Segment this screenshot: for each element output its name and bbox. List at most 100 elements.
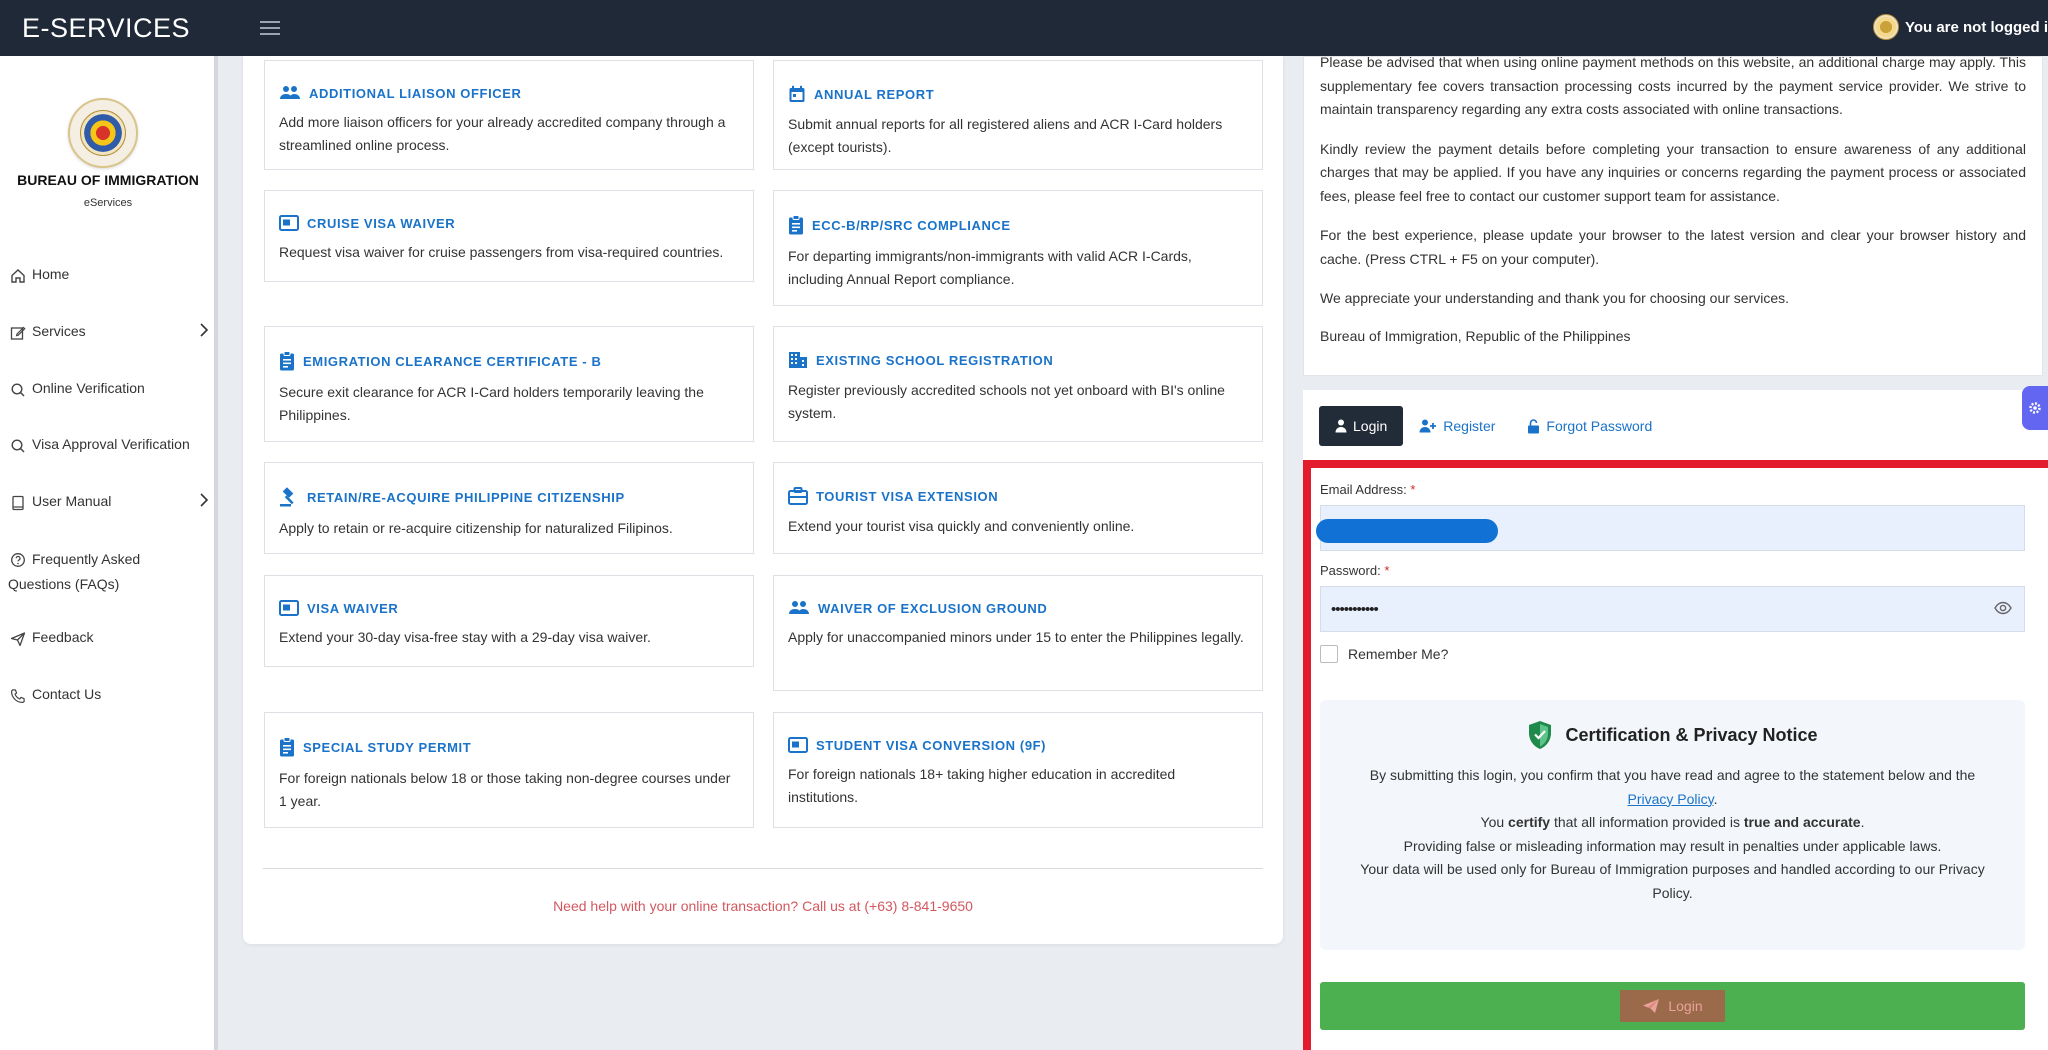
service-title[interactable]: ECC-B/RP/SRC COMPLIANCE — [812, 218, 1011, 233]
service-card-visa-waiver[interactable]: VISA WAIVER Extend your 30-day visa-free… — [264, 575, 754, 667]
unlock-icon — [1528, 418, 1540, 433]
service-card-annual-report[interactable]: ANNUAL REPORT Submit annual reports for … — [773, 60, 1263, 170]
clipboard-icon — [280, 737, 294, 757]
service-title[interactable]: RETAIN/RE-ACQUIRE PHILIPPINE CITIZENSHIP — [307, 490, 625, 505]
sidebar-item-label: Frequently Asked — [32, 551, 141, 567]
sidebar-item-label: User Manual — [32, 493, 112, 509]
chevron-right-icon — [200, 493, 209, 507]
sidebar-item-label: Home — [32, 266, 70, 282]
menu-toggle-icon[interactable] — [260, 21, 280, 35]
notice-paragraph: We appreciate your understanding and tha… — [1320, 290, 1790, 306]
service-title[interactable]: ANNUAL REPORT — [814, 87, 934, 102]
search-icon — [11, 383, 25, 397]
eye-icon[interactable] — [1994, 601, 2012, 615]
certification-title: Certification & Privacy Notice — [1565, 724, 1818, 745]
sidebar-item-home[interactable]: Home — [10, 266, 210, 284]
shield-check-icon — [1529, 721, 1552, 749]
password-field[interactable]: ••••••••••• — [1320, 586, 2025, 632]
service-title[interactable]: SPECIAL STUDY PERMIT — [303, 740, 471, 755]
email-label: Email Address: * — [1320, 482, 1416, 497]
briefcase-icon — [788, 487, 808, 505]
certification-notice: Certification & Privacy Notice By submit… — [1320, 700, 2025, 950]
gavel-icon — [280, 487, 294, 507]
service-title[interactable]: EXISTING SCHOOL REGISTRATION — [816, 353, 1053, 368]
service-card-student-visa-conversion[interactable]: STUDENT VISA CONVERSION (9F) For foreign… — [773, 712, 1263, 828]
notice-paragraph: Please be advised that when using online… — [1320, 54, 2026, 117]
tab-forgot-password[interactable]: Forgot Password — [1511, 406, 1668, 446]
sidebar-item-services[interactable]: Services — [10, 323, 210, 341]
settings-gear-tab[interactable] — [2022, 386, 2048, 430]
privacy-policy-link[interactable]: Privacy Policy — [1628, 791, 1714, 807]
service-card-special-study-permit[interactable]: SPECIAL STUDY PERMIT For foreign nationa… — [264, 712, 754, 828]
service-card-additional-liaison-officer[interactable]: ADDITIONAL LIAISON OFFICER Add more liai… — [264, 60, 754, 170]
sidebar-item-faqs[interactable]: Frequently Asked Questions (FAQs) — [8, 548, 210, 594]
sidebar-item-user-manual[interactable]: User Manual — [10, 493, 210, 511]
service-title[interactable]: STUDENT VISA CONVERSION (9F) — [816, 738, 1046, 753]
sidebar-item-label: Feedback — [32, 629, 94, 645]
service-title[interactable]: CRUISE VISA WAIVER — [307, 216, 455, 231]
password-label: Password: * — [1320, 563, 1390, 578]
service-description: Secure exit clearance for ACR I-Card hol… — [279, 384, 704, 423]
tab-register-label: Register — [1443, 418, 1496, 434]
services-panel: ADDITIONAL LIAISON OFFICER Add more liai… — [243, 56, 1283, 944]
service-description: Add more liaison officers for your alrea… — [279, 114, 726, 153]
auth-tabs: Login Register Forgot Password — [1319, 406, 1668, 446]
id-card-icon — [279, 215, 299, 231]
service-card-existing-school-registration[interactable]: EXISTING SCHOOL REGISTRATION Register pr… — [773, 326, 1263, 442]
user-icon — [1335, 419, 1347, 433]
service-description: Apply for unaccompanied minors under 15 … — [788, 629, 1244, 645]
sidebar-item-visa-approval-verification[interactable]: Visa Approval Verification — [10, 436, 210, 454]
calendar-icon — [789, 85, 805, 102]
service-card-cruise-visa-waiver[interactable]: CRUISE VISA WAIVER Request visa waiver f… — [264, 190, 754, 282]
service-title[interactable]: EMIGRATION CLEARANCE CERTIFICATE - B — [303, 354, 601, 369]
service-card-ecc-compliance[interactable]: ECC-B/RP/SRC COMPLIANCE For departing im… — [773, 190, 1263, 306]
divider — [263, 868, 1263, 869]
notice-paragraph: Kindly review the payment details before… — [1320, 140, 2026, 204]
sidebar-item-label: Visa Approval Verification — [32, 436, 190, 452]
service-title[interactable]: VISA WAIVER — [307, 601, 398, 616]
sidebar-item-label: Services — [32, 323, 86, 339]
sidebar-item-feedback[interactable]: Feedback — [10, 629, 210, 647]
brand-title[interactable]: E-SERVICES — [22, 13, 212, 44]
certification-line: Your data will be used only for Bureau o… — [1360, 861, 1985, 901]
clipboard-icon — [789, 215, 803, 235]
phone-icon — [11, 689, 25, 703]
service-card-retain-reacquire-citizenship[interactable]: RETAIN/RE-ACQUIRE PHILIPPINE CITIZENSHIP… — [264, 462, 754, 554]
chevron-right-icon — [200, 323, 209, 337]
notice-paragraph: For the best experience, please update y… — [1320, 227, 2026, 267]
service-card-emigration-clearance-certificate-b[interactable]: EMIGRATION CLEARANCE CERTIFICATE - B Sec… — [264, 326, 754, 442]
top-navbar: E-SERVICES You are not logged i — [0, 0, 2048, 56]
building-icon — [789, 352, 807, 368]
certification-line: Providing false or misleading informatio… — [1403, 837, 1942, 854]
service-description: For foreign nationals 18+ taking higher … — [788, 766, 1176, 805]
payment-notice-card: Please be advised that when using online… — [1303, 54, 2043, 376]
remember-me[interactable]: Remember Me? — [1320, 645, 1448, 663]
remember-me-checkbox[interactable] — [1320, 645, 1338, 663]
sidebar-item-label: Online Verification — [32, 380, 145, 396]
bureau-seal-logo — [68, 98, 138, 168]
service-title[interactable]: TOURIST VISA EXTENSION — [816, 489, 998, 504]
user-plus-icon — [1419, 419, 1437, 433]
service-card-tourist-visa-extension[interactable]: TOURIST VISA EXTENSION Extend your touri… — [773, 462, 1263, 554]
id-card-icon — [279, 600, 299, 616]
tab-login[interactable]: Login — [1319, 406, 1404, 446]
service-description: For departing immigrants/non-immigrants … — [788, 248, 1192, 287]
sidebar-item-label-continued: Questions (FAQs) — [8, 576, 120, 592]
people-icon — [789, 601, 809, 614]
user-status[interactable]: You are not logged i — [1872, 14, 2048, 40]
service-description: Extend your 30-day visa-free stay with a… — [279, 629, 651, 645]
remember-me-label: Remember Me? — [1348, 646, 1449, 662]
service-description: Submit annual reports for all registered… — [788, 116, 1223, 155]
service-card-waiver-of-exclusion-ground[interactable]: WAIVER OF EXCLUSION GROUND Apply for una… — [773, 575, 1263, 691]
service-title[interactable]: WAIVER OF EXCLUSION GROUND — [818, 601, 1047, 616]
tab-register[interactable]: Register — [1403, 406, 1511, 446]
certification-line: You certify that all information provide… — [1480, 814, 1865, 830]
service-description: Apply to retain or re-acquire citizenshi… — [279, 520, 673, 536]
sidebar-item-contact-us[interactable]: Contact Us — [10, 686, 210, 704]
login-submit-button[interactable]: Login — [1320, 982, 2025, 1030]
service-description: For foreign nationals below 18 or those … — [279, 770, 731, 809]
agency-subtitle: eServices — [83, 197, 133, 209]
id-card-icon — [788, 737, 808, 753]
service-title[interactable]: ADDITIONAL LIAISON OFFICER — [309, 86, 522, 101]
sidebar-item-online-verification[interactable]: Online Verification — [10, 380, 210, 398]
